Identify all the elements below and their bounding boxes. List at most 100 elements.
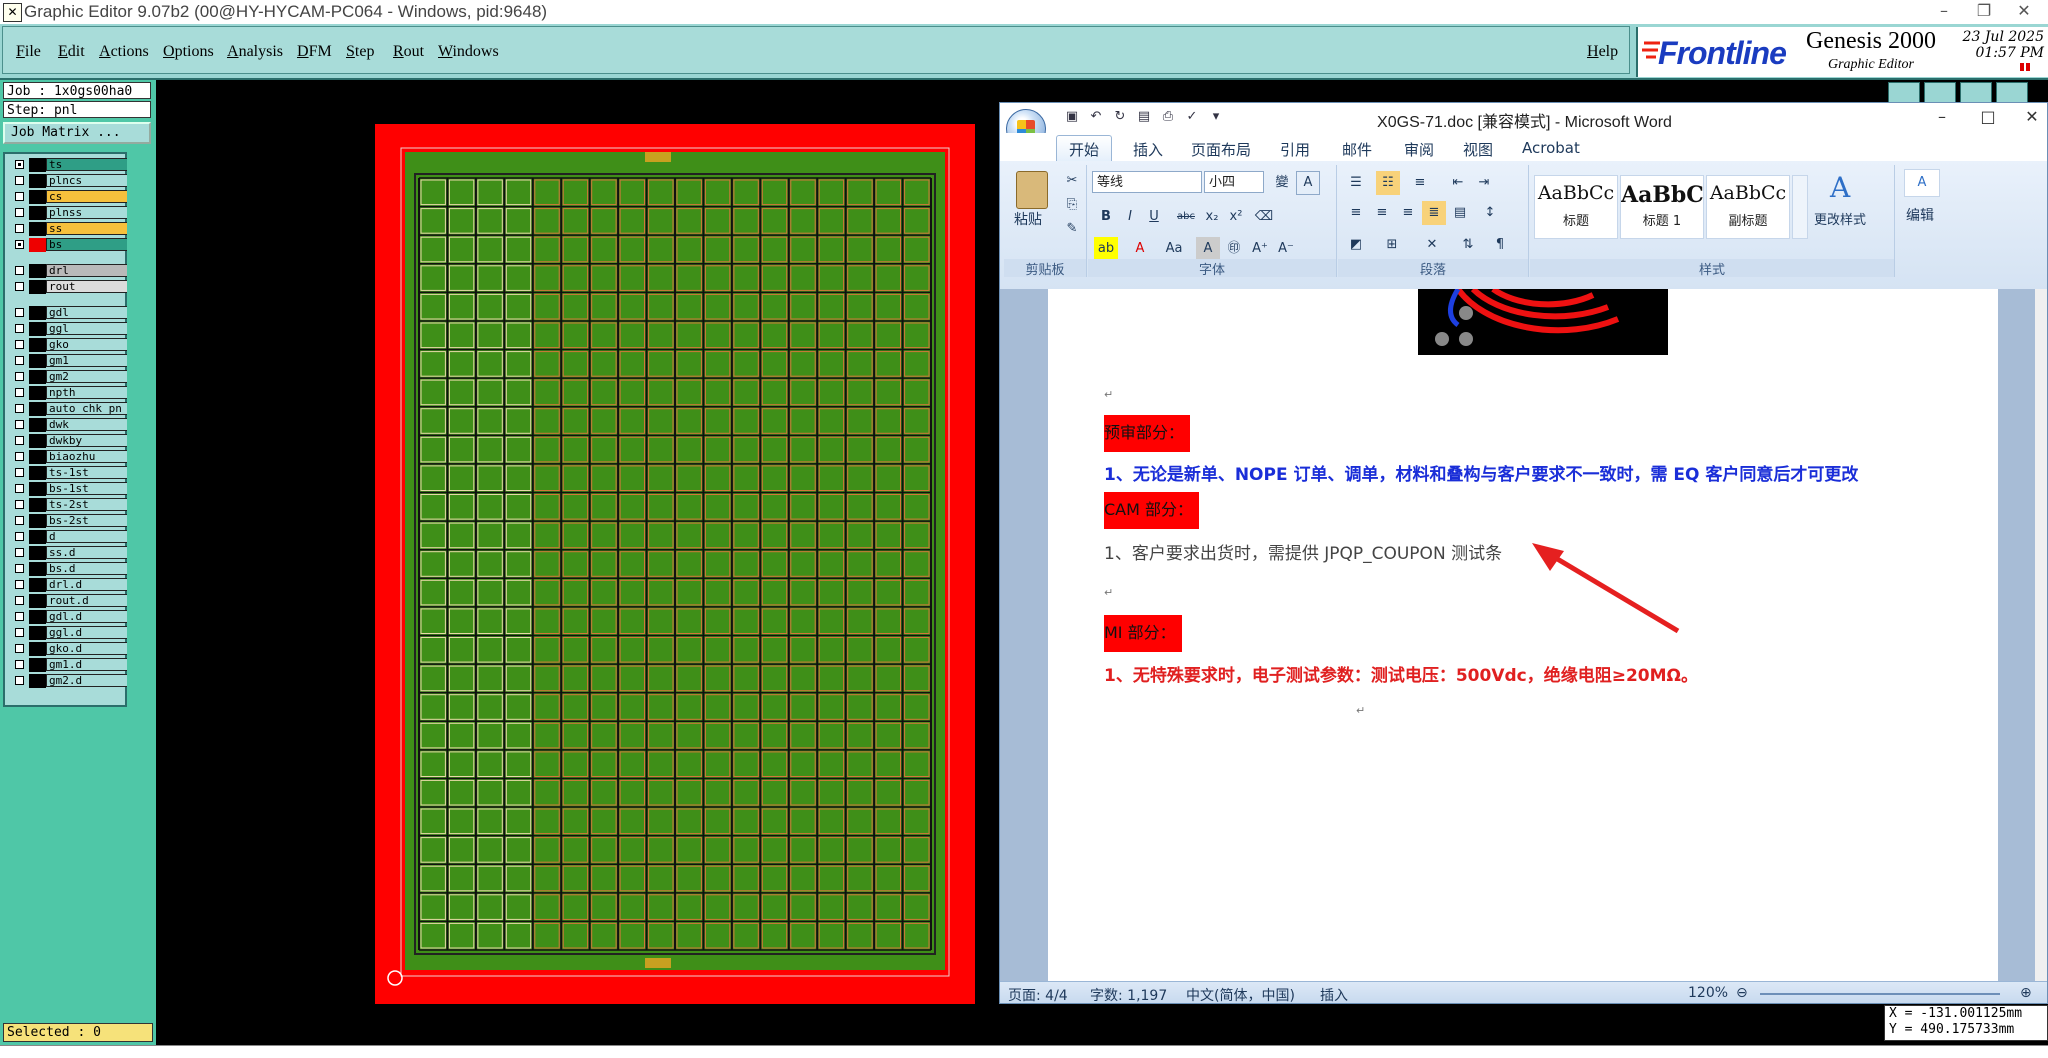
tab-insert[interactable]: 插入 <box>1133 139 1163 160</box>
layer-row-drl[interactable]: drl <box>9 264 129 278</box>
document-page[interactable]: ↵ 预审部分： 1、无论是新单、NOPE 订单、调单，材料和叠构与客户要求不一致… <box>1048 289 1998 981</box>
layer-name[interactable]: drl <box>46 264 128 277</box>
word-restore-button[interactable]: □ <box>1968 105 2008 129</box>
zoom-in-icon[interactable]: ⊕ <box>2020 985 2032 1001</box>
status-language[interactable]: 中文(简体，中国) <box>1186 985 1295 1003</box>
layer-name[interactable]: npth <box>46 386 128 399</box>
layer-name[interactable]: gm2.d <box>46 674 128 687</box>
tab-view[interactable]: 视图 <box>1463 139 1493 160</box>
layer-checkbox[interactable] <box>15 532 24 541</box>
layer-row-rout[interactable]: rout <box>9 280 129 294</box>
layer-checkbox[interactable] <box>15 548 24 557</box>
layer-row-gdl[interactable]: gdl <box>9 306 129 320</box>
layer-name[interactable]: ggl.d <box>46 626 128 639</box>
paste-icon[interactable] <box>1016 171 1048 209</box>
layer-checkbox[interactable] <box>15 192 24 201</box>
layer-checkbox[interactable] <box>15 436 24 445</box>
layer-checkbox[interactable] <box>15 484 24 493</box>
strikethrough-icon[interactable]: abc <box>1174 205 1198 229</box>
layer-row-d[interactable]: d <box>9 530 129 544</box>
style-title[interactable]: AaBbCc 标题 <box>1534 175 1618 239</box>
layer-checkbox[interactable] <box>15 676 24 685</box>
pcb-panel[interactable] <box>375 124 975 1004</box>
layer-checkbox[interactable] <box>15 404 24 413</box>
tab-home[interactable]: 开始 <box>1069 139 1099 160</box>
spellcheck-icon[interactable]: ✓ <box>1184 109 1200 125</box>
editing-label[interactable]: 编辑 <box>1906 205 1934 225</box>
layer-checkbox[interactable] <box>15 282 24 291</box>
layer-row-gko.d[interactable]: gko.d <box>9 642 129 656</box>
layer-checkbox[interactable] <box>15 308 24 317</box>
layer-checkbox[interactable] <box>15 468 24 477</box>
layer-name[interactable]: biaozhu <box>46 450 128 463</box>
undo-icon[interactable]: ↶ <box>1088 109 1104 125</box>
status-page[interactable]: 页面: 4/4 <box>1008 985 1068 1003</box>
layer-name[interactable]: bs <box>46 238 128 251</box>
zoom-slider[interactable] <box>1760 993 2000 995</box>
layer-row-ts[interactable]: ts <box>9 158 129 172</box>
layer-list-scroll[interactable] <box>127 152 154 707</box>
underline-icon[interactable]: U <box>1142 205 1166 229</box>
char-shading-icon[interactable]: A <box>1196 237 1220 261</box>
decrease-indent-icon[interactable]: ⇤ <box>1446 171 1470 195</box>
line-spacing-icon[interactable]: ↕ <box>1478 201 1502 225</box>
layer-name[interactable]: gdl <box>46 306 128 319</box>
tab-mailings[interactable]: 邮件 <box>1342 139 1372 160</box>
layer-name[interactable]: ts <box>46 158 128 171</box>
status-mode[interactable]: 插入 <box>1320 985 1348 1003</box>
align-center-icon[interactable]: ≡ <box>1370 201 1394 225</box>
layer-row-auto_chk_pn[interactable]: auto_chk_pn <box>9 402 129 416</box>
menu-file[interactable]: File <box>16 43 41 61</box>
show-marks-icon[interactable]: ¶ <box>1488 233 1512 257</box>
cut-icon[interactable]: ✂ <box>1060 169 1084 193</box>
menu-help[interactable]: Help <box>1587 43 1618 61</box>
tab-review[interactable]: 审阅 <box>1404 139 1434 160</box>
font-name-box[interactable]: 等线 <box>1092 171 1202 193</box>
align-right-icon[interactable]: ≡ <box>1396 201 1420 225</box>
layer-name[interactable]: plncs <box>46 174 128 187</box>
layer-name[interactable]: bs-2st <box>46 514 128 527</box>
layer-row-plncs[interactable]: plncs <box>9 174 129 188</box>
layer-name[interactable]: auto_chk_pn <box>46 402 128 415</box>
layer-checkbox[interactable] <box>15 644 24 653</box>
layer-checkbox[interactable] <box>15 176 24 185</box>
highlight-icon[interactable]: ab <box>1094 237 1118 261</box>
change-case-icon[interactable]: Aa <box>1162 237 1186 261</box>
layer-name[interactable]: drl.d <box>46 578 128 591</box>
layer-row-ss[interactable]: ss <box>9 222 129 236</box>
status-words[interactable]: 字数: 1,197 <box>1090 985 1167 1003</box>
layer-row-gm2[interactable]: gm2 <box>9 370 129 384</box>
layer-row-gm1[interactable]: gm1 <box>9 354 129 368</box>
style-subtitle[interactable]: AaBbCc 副标题 <box>1706 175 1790 239</box>
layer-row-ggl[interactable]: ggl <box>9 322 129 336</box>
font-size-box[interactable]: 小四 <box>1204 171 1264 193</box>
layer-row-ss.d[interactable]: ss.d <box>9 546 129 560</box>
layer-checkbox[interactable] <box>15 612 24 621</box>
superscript-icon[interactable]: x² <box>1224 205 1248 229</box>
layer-checkbox[interactable] <box>15 372 24 381</box>
layer-name[interactable]: gm1.d <box>46 658 128 671</box>
zoom-level[interactable]: 120% <box>1688 985 1728 1001</box>
format-painter-icon[interactable]: ✎ <box>1060 217 1084 241</box>
tab-references[interactable]: 引用 <box>1280 139 1310 160</box>
layer-checkbox[interactable] <box>15 596 24 605</box>
layer-row-gdl.d[interactable]: gdl.d <box>9 610 129 624</box>
distribute-icon[interactable]: ▤ <box>1448 201 1472 225</box>
layer-row-ts-2st[interactable]: ts-2st <box>9 498 129 512</box>
styles-scroll[interactable] <box>1792 175 1808 239</box>
layer-checkbox[interactable] <box>15 224 24 233</box>
layer-name[interactable]: dwkby <box>46 434 128 447</box>
layer-checkbox[interactable] <box>15 660 24 669</box>
menu-analysis[interactable]: Analysis <box>227 43 283 61</box>
layer-row-biaozhu[interactable]: biaozhu <box>9 450 129 464</box>
layer-checkbox[interactable] <box>15 356 24 365</box>
layer-name[interactable]: gdl.d <box>46 610 128 623</box>
enclose-char-icon[interactable]: ㊞ <box>1222 237 1246 261</box>
layer-checkbox[interactable] <box>15 388 24 397</box>
layer-checkbox[interactable] <box>15 266 24 275</box>
job-matrix-button[interactable]: Job Matrix ... <box>3 122 151 144</box>
shrink-font-icon[interactable]: A⁻ <box>1274 237 1298 261</box>
bullets-icon[interactable]: ☰ <box>1344 171 1368 195</box>
minimize-button[interactable]: – <box>1924 1 1964 23</box>
phonetic-icon[interactable]: 變 <box>1270 171 1294 195</box>
